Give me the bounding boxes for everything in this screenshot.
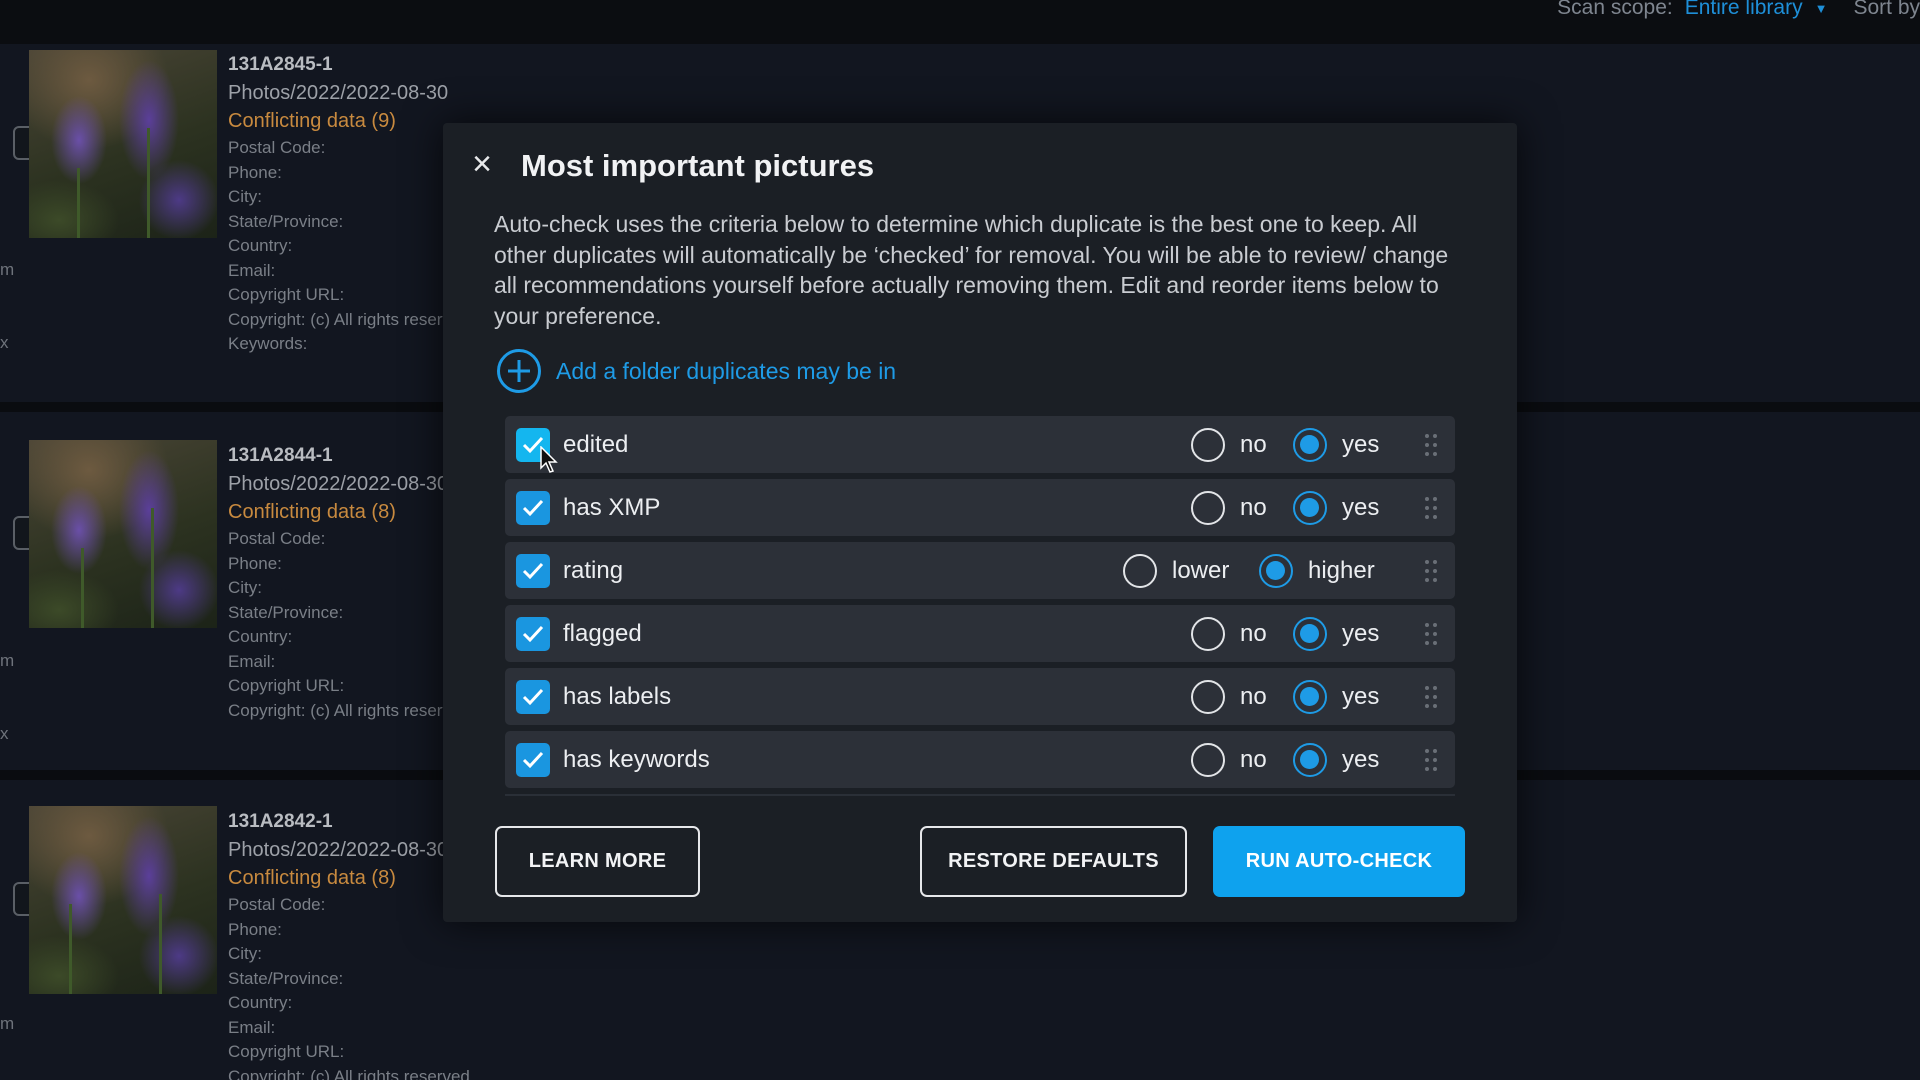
radio-label[interactable]: no bbox=[1240, 431, 1267, 459]
checkmark-icon bbox=[522, 499, 544, 517]
radio-label[interactable]: lower bbox=[1172, 557, 1229, 585]
criteria-checkbox[interactable] bbox=[516, 680, 550, 714]
restore-defaults-button[interactable]: RESTORE DEFAULTS bbox=[920, 826, 1187, 897]
learn-more-button[interactable]: LEARN MORE bbox=[495, 826, 700, 897]
dialog-title: Most important pictures bbox=[521, 148, 875, 183]
drag-handle-icon[interactable] bbox=[1425, 560, 1437, 582]
radio-label[interactable]: no bbox=[1240, 683, 1267, 711]
drag-handle-icon[interactable] bbox=[1425, 434, 1437, 456]
radio-button[interactable] bbox=[1191, 616, 1225, 651]
photo-thumbnail[interactable] bbox=[29, 806, 217, 994]
checkmark-icon bbox=[522, 562, 544, 580]
criteria-label: has XMP bbox=[563, 494, 661, 521]
radio-option-no[interactable]: no bbox=[1191, 605, 1267, 662]
criteria-label: has keywords bbox=[563, 746, 710, 773]
criteria-row-has-xmp: has XMP no yes bbox=[505, 479, 1455, 536]
criteria-checkbox[interactable] bbox=[516, 617, 550, 651]
mouse-cursor-icon bbox=[540, 446, 558, 473]
clipped-text: m bbox=[0, 651, 15, 670]
checkmark-icon bbox=[522, 625, 544, 643]
radio-label[interactable]: yes bbox=[1342, 746, 1379, 774]
metadata-field: Country: bbox=[228, 993, 293, 1012]
scan-scope-label: Scan scope: bbox=[1557, 0, 1673, 19]
radio-option-no[interactable]: no bbox=[1191, 479, 1267, 536]
radio-option-no[interactable]: no bbox=[1191, 668, 1267, 725]
auto-check-dialog: × Most important pictures Auto-check use… bbox=[443, 123, 1517, 922]
clipped-text: m bbox=[0, 1014, 15, 1033]
radio-button-selected[interactable] bbox=[1259, 553, 1293, 588]
chevron-down-icon[interactable]: ▼ bbox=[1815, 1, 1828, 16]
radio-label[interactable]: higher bbox=[1308, 557, 1375, 585]
radio-option-no[interactable]: no bbox=[1191, 416, 1267, 473]
metadata-field: City: bbox=[228, 944, 262, 963]
radio-button-selected[interactable] bbox=[1293, 490, 1327, 525]
radio-option-yes[interactable]: yes bbox=[1293, 479, 1379, 536]
criteria-row-has-keywords: has keywords no yes bbox=[505, 731, 1455, 788]
radio-label[interactable]: no bbox=[1240, 746, 1267, 774]
radio-option-yes[interactable]: yes bbox=[1293, 668, 1379, 725]
radio-option-yes[interactable]: yes bbox=[1293, 731, 1379, 788]
radio-label[interactable]: yes bbox=[1342, 431, 1379, 459]
criteria-row-rating: rating lower higher bbox=[505, 542, 1455, 599]
checkmark-icon bbox=[522, 688, 544, 706]
photo-thumbnail[interactable] bbox=[29, 440, 217, 628]
criteria-list: edited no yes has XMP no yes rating lowe… bbox=[505, 416, 1455, 796]
radio-button[interactable] bbox=[1191, 679, 1225, 714]
clipped-text: x bbox=[0, 724, 9, 743]
clipped-text: m bbox=[0, 260, 15, 279]
criteria-label: has labels bbox=[563, 683, 672, 710]
radio-option-yes[interactable]: yes bbox=[1293, 416, 1379, 473]
radio-button-selected[interactable] bbox=[1293, 742, 1327, 777]
criteria-row-edited: edited no yes bbox=[505, 416, 1455, 473]
file-name: 131A2845-1 bbox=[228, 54, 333, 75]
scan-scope-bar: Scan scope: Entire library ▼ Sort by bbox=[1557, 0, 1920, 30]
criteria-checkbox[interactable] bbox=[516, 743, 550, 777]
drag-handle-icon[interactable] bbox=[1425, 749, 1437, 771]
file-path: Photos/2022/2022-08-30 bbox=[228, 82, 449, 104]
drag-handle-icon[interactable] bbox=[1425, 623, 1437, 645]
clipped-text: x bbox=[0, 333, 9, 352]
metadata-field: Copyright URL: bbox=[228, 1042, 345, 1061]
metadata-field: Copyright: (c) All rights reserved bbox=[228, 1066, 470, 1080]
criteria-label: rating bbox=[563, 557, 624, 584]
radio-option-no[interactable]: no bbox=[1191, 731, 1267, 788]
radio-label[interactable]: no bbox=[1240, 494, 1267, 522]
criteria-row-has-labels: has labels no yes bbox=[505, 668, 1455, 725]
radio-button[interactable] bbox=[1123, 553, 1157, 588]
plus-circle-icon[interactable] bbox=[497, 349, 541, 393]
add-folder-label[interactable]: Add a folder duplicates may be in bbox=[556, 358, 896, 385]
run-auto-check-button[interactable]: RUN AUTO-CHECK bbox=[1213, 826, 1465, 897]
metadata-field: Email: bbox=[228, 1017, 276, 1037]
dialog-description: Auto-check uses the criteria below to de… bbox=[494, 211, 1449, 329]
metadata-field: State/Province: bbox=[228, 968, 344, 988]
radio-label[interactable]: yes bbox=[1342, 683, 1379, 711]
drag-handle-icon[interactable] bbox=[1425, 686, 1437, 708]
radio-label[interactable]: yes bbox=[1342, 620, 1379, 648]
scan-scope-dropdown[interactable]: Entire library bbox=[1685, 0, 1803, 20]
criteria-checkbox[interactable] bbox=[516, 491, 550, 525]
criteria-label: edited bbox=[563, 431, 629, 458]
radio-button-selected[interactable] bbox=[1293, 679, 1327, 714]
sort-by-label[interactable]: Sort by bbox=[1853, 0, 1920, 20]
radio-button[interactable] bbox=[1191, 742, 1225, 777]
top-bar: Scan scope: Entire library ▼ Sort by bbox=[0, 0, 1920, 44]
radio-button[interactable] bbox=[1191, 490, 1225, 525]
metadata-field: Phone: bbox=[228, 919, 282, 939]
criteria-row-flagged: flagged no yes bbox=[505, 605, 1455, 662]
radio-option-yes[interactable]: yes bbox=[1293, 605, 1379, 662]
radio-button-selected[interactable] bbox=[1293, 616, 1327, 651]
criteria-label: flagged bbox=[563, 620, 642, 647]
radio-option-higher[interactable]: higher bbox=[1259, 542, 1375, 599]
criteria-checkbox[interactable] bbox=[516, 554, 550, 588]
radio-button[interactable] bbox=[1191, 427, 1225, 462]
radio-label[interactable]: yes bbox=[1342, 494, 1379, 522]
checkmark-icon bbox=[522, 751, 544, 769]
add-folder-link[interactable]: Add a folder duplicates may be in bbox=[497, 349, 896, 393]
close-icon[interactable]: × bbox=[465, 147, 499, 181]
radio-option-lower[interactable]: lower bbox=[1123, 542, 1229, 599]
radio-label[interactable]: no bbox=[1240, 620, 1267, 648]
photo-thumbnail[interactable] bbox=[29, 50, 217, 238]
drag-handle-icon[interactable] bbox=[1425, 497, 1437, 519]
radio-button-selected[interactable] bbox=[1293, 427, 1327, 462]
